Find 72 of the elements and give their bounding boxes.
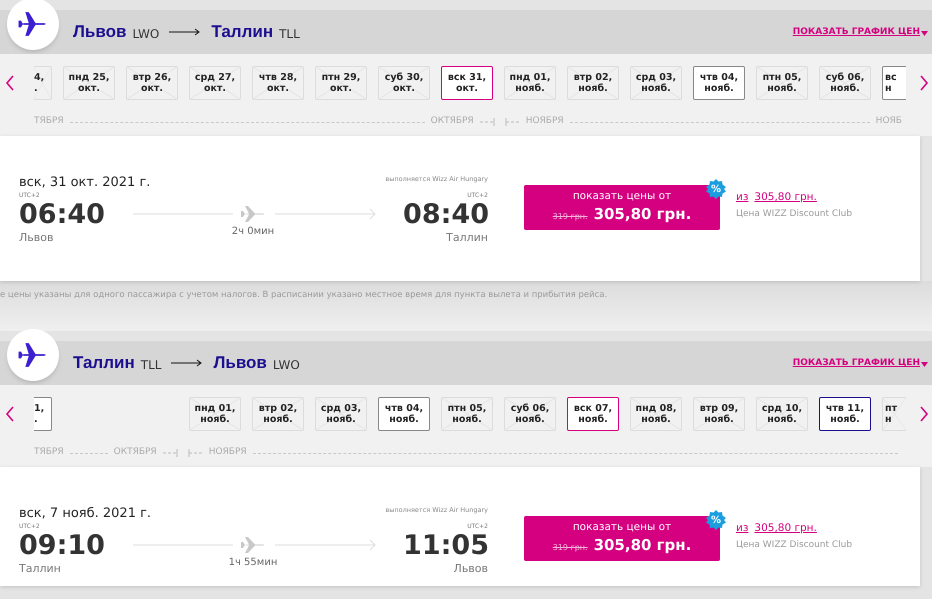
price-chart-link[interactable]: ПОКАЗАТЬ ГРАФИК ЦЕН [792,26,928,40]
route-arrow-icon [169,27,202,37]
origin-city: Львов [73,21,126,44]
date-tab[interactable]: пнд 25, окт. [63,66,115,100]
date-tab[interactable]: вс н [882,66,906,100]
date-tab[interactable]: срд 27, окт. [189,66,241,100]
arrival-city: Львов [454,561,488,577]
date-tab[interactable]: птн 05, нояб. [441,397,493,431]
destination-code: LWO [272,356,300,374]
next-arrow-button[interactable] [918,74,930,92]
date-tab[interactable]: срд 03, нояб. [315,397,367,431]
departure-city: Львов [19,230,54,246]
destination-city: Львов [213,352,267,374]
origin-code: LWO [132,26,160,42]
date-tab[interactable]: суб 06, нояб. [819,66,871,100]
month-boundary-icon [480,118,520,126]
club-prefix-link[interactable]: из [736,521,748,537]
date-tab[interactable]: втр 02, нояб. [567,66,619,100]
date-tab[interactable]: срд 03, нояб. [630,66,682,100]
date-tab[interactable]: вск 07, нояб. [567,397,619,431]
date-tab[interactable]: вск 31, окт. [441,66,493,100]
price-chart-link[interactable]: ПОКАЗАТЬ ГРАФИК ЦЕН [792,357,928,371]
date-tab[interactable]: пнд 01, нояб. [189,397,241,431]
club-price-link[interactable]: 305,80 грн. [754,521,817,537]
date-tab[interactable]: чтв 11, нояб. [819,397,871,431]
date-tab[interactable]: чтв 04, нояб. [378,397,430,431]
date-tab[interactable]: втр 26, окт. [126,66,178,100]
date-tab[interactable]: втр 02, нояб. [252,397,304,431]
destination-city: Таллин [211,21,274,44]
date-tab[interactable]: срд 10, нояб. [756,397,808,431]
month-boundary-icon [162,449,203,457]
date-tab[interactable]: пнд 01, нояб. [504,66,556,100]
month-label: ОКТЯБРЯ [114,446,157,460]
date-tab[interactable]: 1, . [34,397,52,431]
date-tab[interactable]: птн 05, нояб. [756,66,808,100]
origin-code: TLL [140,356,162,374]
next-arrow-button[interactable] [918,405,930,423]
flight-date: вск, 31 окт. 2021 г. [19,174,150,192]
date-tab[interactable]: птн 29, окт. [315,66,367,100]
date-tab[interactable]: пнд 08, нояб. [630,397,682,431]
date-tab[interactable]: суб 06, нояб. [504,397,556,431]
flight-duration: 2ч 0мин [230,225,276,239]
month-label: НОЯБРЯ [208,446,247,460]
month-label: НОЯБ [876,115,902,128]
club-price-link[interactable]: 305,80 грн. [754,190,817,206]
disclaimer-text: е цены указаны для одного пассажира с учетом налогов. В расписании указано местное время для пункта вылета и прибытия рейса. [0,290,608,300]
previous-arrow-button[interactable] [4,74,16,92]
caret-down-icon [921,30,928,36]
date-tab[interactable]: чтв 04, нояб. [693,66,745,100]
arrival-city: Таллин [446,230,488,246]
previous-arrow-button[interactable] [4,405,16,423]
month-label: ТЯБРЯ [34,115,64,128]
origin-city: Таллин [73,352,135,374]
club-price-label: Цена WIZZ Discount Club [736,208,852,221]
month-label: ТЯБРЯ [34,446,64,460]
departure-city: Таллин [19,561,61,577]
date-tab[interactable]: суб 30, окт. [378,66,430,100]
club-price-label: Цена WIZZ Discount Club [736,538,852,552]
date-tab[interactable]: 4, . [34,66,52,100]
date-tab[interactable]: пт н [882,397,906,431]
destination-code: TLL [279,26,300,42]
caret-down-icon [921,362,928,366]
club-prefix-link[interactable]: из [736,190,748,206]
flight-duration: 1ч 55мин [228,556,278,570]
discount-badge: % [706,179,726,199]
date-tab[interactable]: чтв 28, окт. [252,66,304,100]
date-tab[interactable]: втр 09, нояб. [693,397,745,431]
discount-badge: % [706,510,726,530]
month-label: ОКТЯБРЯ [430,115,474,128]
month-label: НОЯБРЯ [526,115,564,128]
flight-date: вск, 7 нояб. 2021 г. [19,505,152,523]
route-arrow-icon [171,358,204,368]
